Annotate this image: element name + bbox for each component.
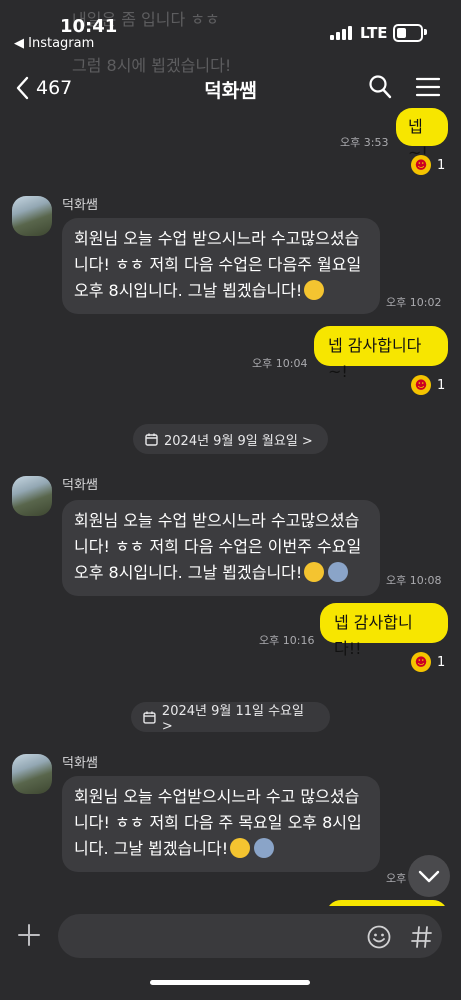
menu-button[interactable] bbox=[415, 76, 441, 102]
my-message-bubble[interactable]: 넵 감사합니다~! bbox=[314, 326, 448, 381]
home-indicator bbox=[150, 980, 310, 985]
status-time: 10:41 bbox=[60, 16, 118, 37]
avatar[interactable] bbox=[12, 754, 52, 794]
laughing-emoji-icon: ☻ bbox=[411, 652, 431, 672]
unread-count: 467 bbox=[36, 77, 73, 99]
search-icon bbox=[369, 75, 392, 99]
reaction-count: 1 bbox=[437, 157, 446, 173]
received-message-bubble[interactable]: 회원님 오늘 수업 받으시느라 수고많으셨습니다! ㅎㅎ 저희 다음 수업은 다… bbox=[62, 218, 380, 314]
calendar-icon bbox=[143, 711, 156, 724]
chevron-down-icon bbox=[418, 870, 440, 883]
received-message-bubble[interactable]: 회원님 오늘 수업받으시느라 수고 많으셨습니다! ㅎㅎ 저희 다음 주 목요일… bbox=[62, 776, 380, 872]
message-text: 회원님 오늘 수업받으시느라 수고 많으셨습니다! ㅎㅎ 저희 다음 주 목요일… bbox=[74, 787, 362, 858]
reaction-count: 1 bbox=[437, 654, 446, 670]
exercise-emoji-icon bbox=[328, 562, 349, 582]
emoji-icon bbox=[367, 925, 391, 949]
chevron-left-icon bbox=[16, 76, 29, 100]
my-message-bubble[interactable]: 넵~! bbox=[396, 108, 448, 162]
scroll-to-bottom-button[interactable] bbox=[408, 855, 450, 897]
date-label: 2024년 9월 9일 월요일 > bbox=[164, 433, 313, 449]
smiling-emoji-icon bbox=[230, 838, 251, 858]
date-divider[interactable]: 2024년 9월 11일 수요일 > bbox=[131, 702, 330, 734]
message-timestamp: 오후 10:16 bbox=[259, 634, 315, 647]
message-timestamp: 오후 3:53 bbox=[340, 136, 389, 149]
plus-icon bbox=[18, 924, 40, 946]
sender-name: 덕화쌤 bbox=[62, 756, 98, 771]
avatar[interactable] bbox=[12, 476, 52, 516]
message-timestamp: 오후 bbox=[386, 872, 407, 885]
back-button[interactable]: 467 bbox=[14, 76, 72, 100]
reaction[interactable]: ☻ 1 bbox=[411, 652, 445, 672]
message-timestamp: 오후 10:04 bbox=[252, 357, 308, 370]
sender-name: 덕화쌤 bbox=[62, 198, 98, 213]
smiling-emoji-icon bbox=[304, 562, 325, 582]
back-to-app-link[interactable]: ◀ Instagram bbox=[14, 36, 94, 51]
laughing-emoji-icon: ☻ bbox=[411, 155, 431, 175]
received-message-bubble[interactable]: 회원님 오늘 수업 받으시느라 수고많으셨습니다! ㅎㅎ 저희 다음 수업은 이… bbox=[62, 500, 380, 596]
reaction[interactable]: ☻ 1 bbox=[411, 375, 445, 395]
menu-icon bbox=[415, 77, 441, 97]
message-input[interactable] bbox=[58, 914, 442, 958]
sender-name: 덕화쌤 bbox=[62, 478, 98, 493]
search-button[interactable] bbox=[368, 74, 392, 104]
message-timestamp: 오후 10:08 bbox=[386, 574, 442, 587]
message-timestamp: 오후 10:02 bbox=[386, 296, 442, 309]
signal-icon bbox=[330, 26, 352, 40]
date-divider[interactable]: 2024년 9월 9일 월요일 > bbox=[133, 424, 328, 454]
avatar[interactable] bbox=[12, 196, 52, 236]
attach-button[interactable] bbox=[16, 922, 42, 952]
laughing-emoji-icon: ☻ bbox=[411, 375, 431, 395]
hashtag-button[interactable] bbox=[410, 924, 434, 954]
battery-tip bbox=[424, 29, 427, 35]
chat-header: 467 덕화쌤 bbox=[0, 64, 461, 114]
reaction[interactable]: ☻ 1 bbox=[411, 155, 445, 175]
message-input-bar bbox=[0, 906, 461, 1000]
exercise-emoji-icon bbox=[254, 838, 275, 858]
emoji-button[interactable] bbox=[366, 924, 392, 954]
battery-icon bbox=[393, 24, 423, 42]
bowing-emoji-icon bbox=[304, 280, 325, 300]
network-label: LTE bbox=[360, 24, 388, 42]
hash-icon bbox=[411, 926, 432, 948]
my-message-bubble[interactable]: 넵 감사합니다!! bbox=[320, 603, 448, 658]
calendar-icon bbox=[145, 433, 158, 446]
status-bar: 10:41 ◀ Instagram LTE bbox=[0, 0, 461, 60]
reaction-count: 1 bbox=[437, 377, 446, 393]
date-label: 2024년 9월 11일 수요일 > bbox=[161, 704, 304, 734]
